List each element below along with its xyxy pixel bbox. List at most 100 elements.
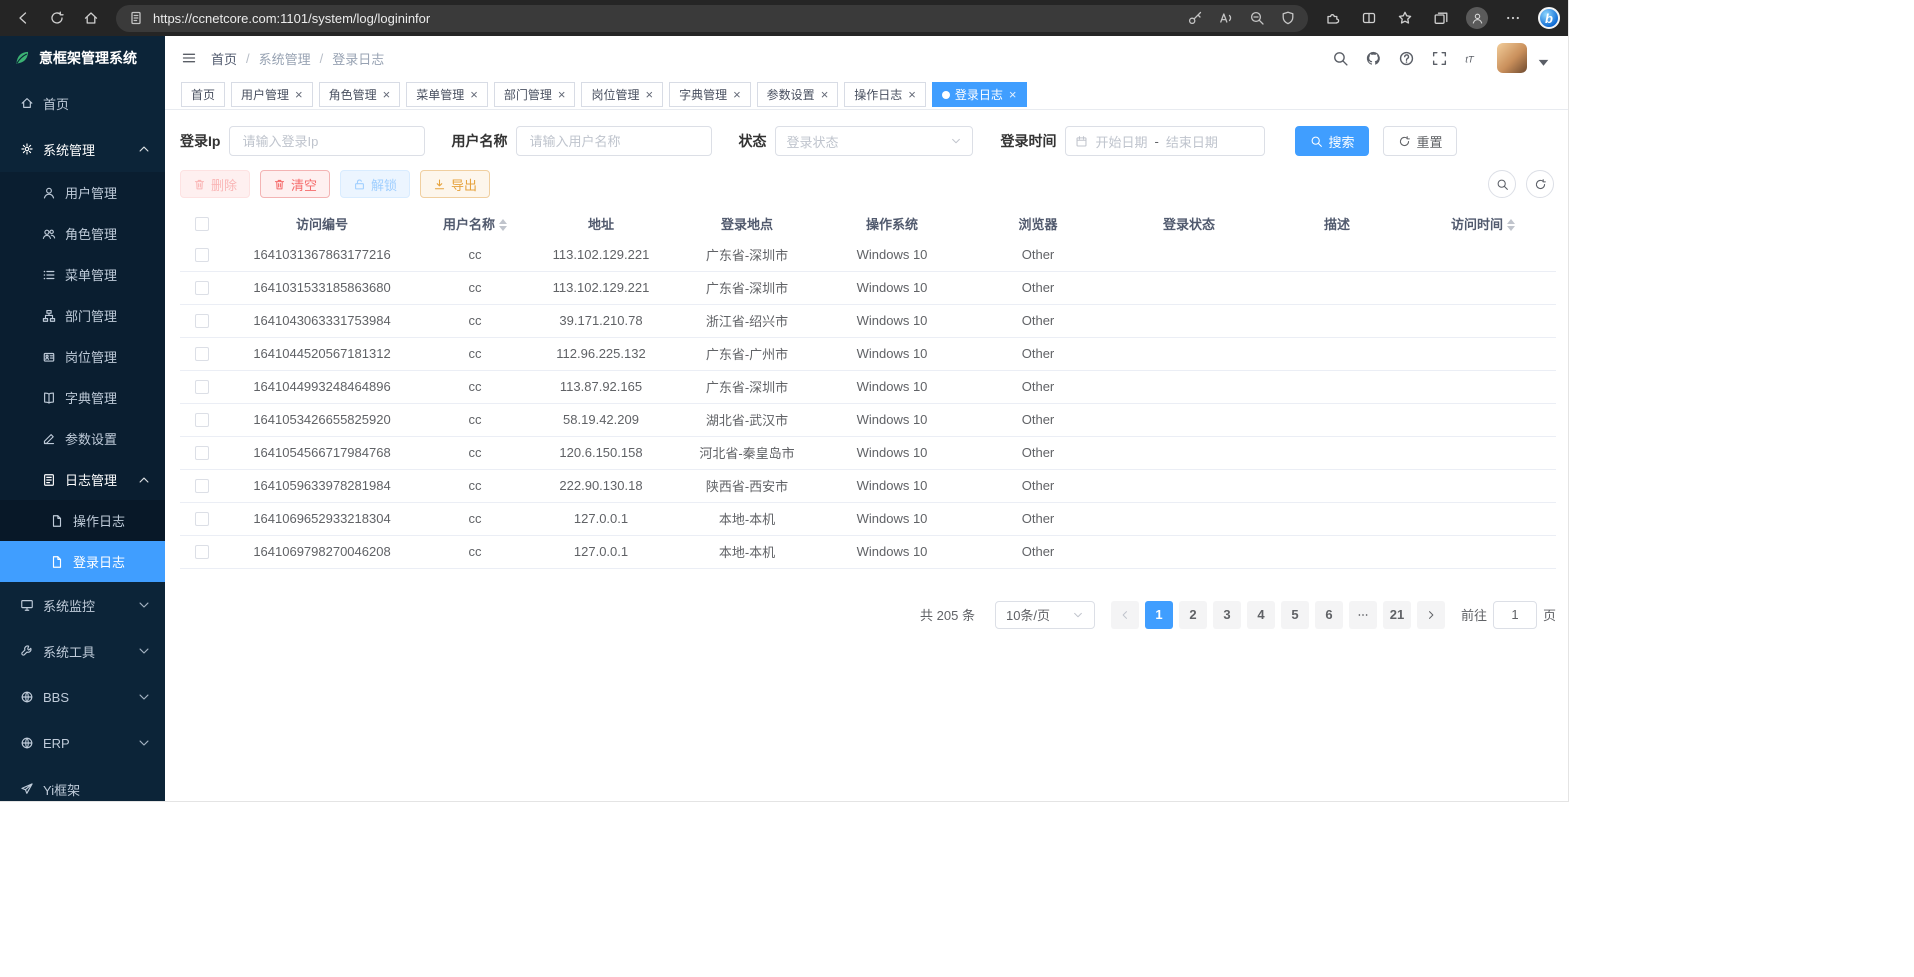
sidebar-item-dept[interactable]: 部门管理	[0, 295, 165, 336]
sort-carets[interactable]	[1507, 219, 1515, 231]
row-checkbox[interactable]	[195, 281, 209, 295]
reset-button[interactable]: 重置	[1383, 126, 1457, 156]
column-header-visit-time[interactable]: 访问时间	[1410, 208, 1556, 238]
extensions-button[interactable]	[1316, 3, 1350, 33]
row-checkbox[interactable]	[195, 545, 209, 559]
close-icon[interactable]: ×	[383, 88, 391, 101]
sidebar-item-home[interactable]: 首页	[0, 80, 165, 126]
row-checkbox[interactable]	[195, 347, 209, 361]
github-icon[interactable]	[1365, 50, 1382, 67]
date-range-picker[interactable]: 开始日期 - 结束日期	[1065, 126, 1265, 156]
user-avatar[interactable]	[1497, 43, 1527, 73]
column-header-username[interactable]: 用户名称	[420, 208, 530, 238]
address-bar[interactable]: https://ccnetcore.com:1101/system/log/lo…	[116, 5, 1308, 32]
chevron-down-icon[interactable]	[1535, 54, 1552, 71]
page-button-2[interactable]: 2	[1179, 601, 1207, 629]
sidebar-item-bbs[interactable]: BBS	[0, 674, 165, 720]
browser-refresh-button[interactable]	[40, 3, 74, 33]
tab-operlog[interactable]: 操作日志×	[844, 82, 926, 107]
delete-button[interactable]: 删除	[180, 170, 250, 198]
browser-profile-button[interactable]	[1460, 3, 1494, 33]
refresh-table-button[interactable]	[1526, 170, 1554, 198]
row-checkbox[interactable]	[195, 380, 209, 394]
last-page-button[interactable]: 21	[1383, 601, 1411, 629]
sidebar-item-loginlog[interactable]: 登录日志	[0, 541, 165, 582]
tracking-prevention-icon[interactable]	[1280, 10, 1296, 26]
tab-role[interactable]: 角色管理×	[319, 82, 401, 107]
goto-page-input[interactable]	[1493, 601, 1537, 629]
sidebar-item-yi[interactable]: Yi框架	[0, 766, 165, 801]
sidebar-item-menu[interactable]: 菜单管理	[0, 254, 165, 295]
tab-param[interactable]: 参数设置×	[757, 82, 839, 107]
tab-user[interactable]: 用户管理×	[231, 82, 313, 107]
page-button-5[interactable]: 5	[1281, 601, 1309, 629]
sidebar-item-monitor[interactable]: 系统监控	[0, 582, 165, 628]
prev-page-button[interactable]	[1111, 601, 1139, 629]
close-icon[interactable]: ×	[821, 88, 829, 101]
tab-loginlog[interactable]: 登录日志×	[932, 82, 1027, 107]
collapse-sidebar-icon[interactable]	[181, 50, 197, 66]
sort-carets[interactable]	[499, 219, 507, 231]
login-log-table: 访问编号用户名称地址登录地点操作系统浏览器登录状态描述访问时间 16410313…	[180, 208, 1556, 569]
font-size-icon[interactable]: tT	[1464, 50, 1481, 67]
close-icon[interactable]: ×	[470, 88, 478, 101]
favorites-button[interactable]	[1388, 3, 1422, 33]
browser-menu-button[interactable]	[1496, 3, 1530, 33]
password-manager-icon[interactable]	[1187, 10, 1203, 26]
row-checkbox[interactable]	[195, 446, 209, 460]
close-icon[interactable]: ×	[295, 88, 303, 101]
clear-button[interactable]: 清空	[260, 170, 330, 198]
page-button-3[interactable]: 3	[1213, 601, 1241, 629]
close-icon[interactable]: ×	[733, 88, 741, 101]
fullscreen-icon[interactable]	[1431, 50, 1448, 67]
page-button-6[interactable]: 6	[1315, 601, 1343, 629]
row-checkbox[interactable]	[195, 248, 209, 262]
sidebar-item-system[interactable]: 系统管理	[0, 126, 165, 172]
tab-home[interactable]: 首页	[181, 82, 225, 107]
sidebar-item-post[interactable]: 岗位管理	[0, 336, 165, 377]
sidebar-item-user[interactable]: 用户管理	[0, 172, 165, 213]
row-checkbox[interactable]	[195, 314, 209, 328]
tab-dept[interactable]: 部门管理×	[494, 82, 576, 107]
unlock-button[interactable]: 解锁	[340, 170, 410, 198]
toggle-search-button[interactable]	[1488, 170, 1516, 198]
close-icon[interactable]: ×	[558, 88, 566, 101]
tab-dict[interactable]: 字典管理×	[669, 82, 751, 107]
sidebar-item-log[interactable]: 日志管理	[0, 459, 165, 500]
close-icon[interactable]: ×	[1009, 88, 1017, 101]
sidebar-item-param[interactable]: 参数设置	[0, 418, 165, 459]
login-ip-input[interactable]	[229, 126, 425, 156]
page-size-select[interactable]: 10条/页	[995, 601, 1095, 629]
row-checkbox[interactable]	[195, 479, 209, 493]
username-input[interactable]	[516, 126, 712, 156]
browser-back-button[interactable]	[6, 3, 40, 33]
breadcrumb-home[interactable]: 首页	[211, 49, 237, 68]
browser-home-button[interactable]	[74, 3, 108, 33]
status-select[interactable]: 登录状态	[775, 126, 973, 156]
search-button[interactable]: 搜索	[1295, 126, 1369, 156]
more-pages-button[interactable]	[1349, 601, 1377, 629]
header-search-icon[interactable]	[1332, 50, 1349, 67]
close-icon[interactable]: ×	[908, 88, 916, 101]
collections-button[interactable]	[1424, 3, 1458, 33]
sidebar-item-role[interactable]: 角色管理	[0, 213, 165, 254]
read-aloud-icon[interactable]	[1218, 10, 1234, 26]
tab-menu[interactable]: 菜单管理×	[406, 82, 488, 107]
page-button-1[interactable]: 1	[1145, 601, 1173, 629]
sidebar-item-erp[interactable]: ERP	[0, 720, 165, 766]
help-icon[interactable]	[1398, 50, 1415, 67]
sidebar-item-tools[interactable]: 系统工具	[0, 628, 165, 674]
row-checkbox[interactable]	[195, 512, 209, 526]
select-all-checkbox[interactable]	[195, 217, 209, 231]
sidebar-item-operlog[interactable]: 操作日志	[0, 500, 165, 541]
sidebar-item-dict[interactable]: 字典管理	[0, 377, 165, 418]
next-page-button[interactable]	[1417, 601, 1445, 629]
tab-post[interactable]: 岗位管理×	[581, 82, 663, 107]
page-button-4[interactable]: 4	[1247, 601, 1275, 629]
row-checkbox[interactable]	[195, 413, 209, 427]
close-icon[interactable]: ×	[645, 88, 653, 101]
export-button[interactable]: 导出	[420, 170, 490, 198]
zoom-out-icon[interactable]	[1249, 10, 1265, 26]
split-screen-button[interactable]	[1352, 3, 1386, 33]
bing-icon[interactable]: b	[1538, 7, 1560, 29]
